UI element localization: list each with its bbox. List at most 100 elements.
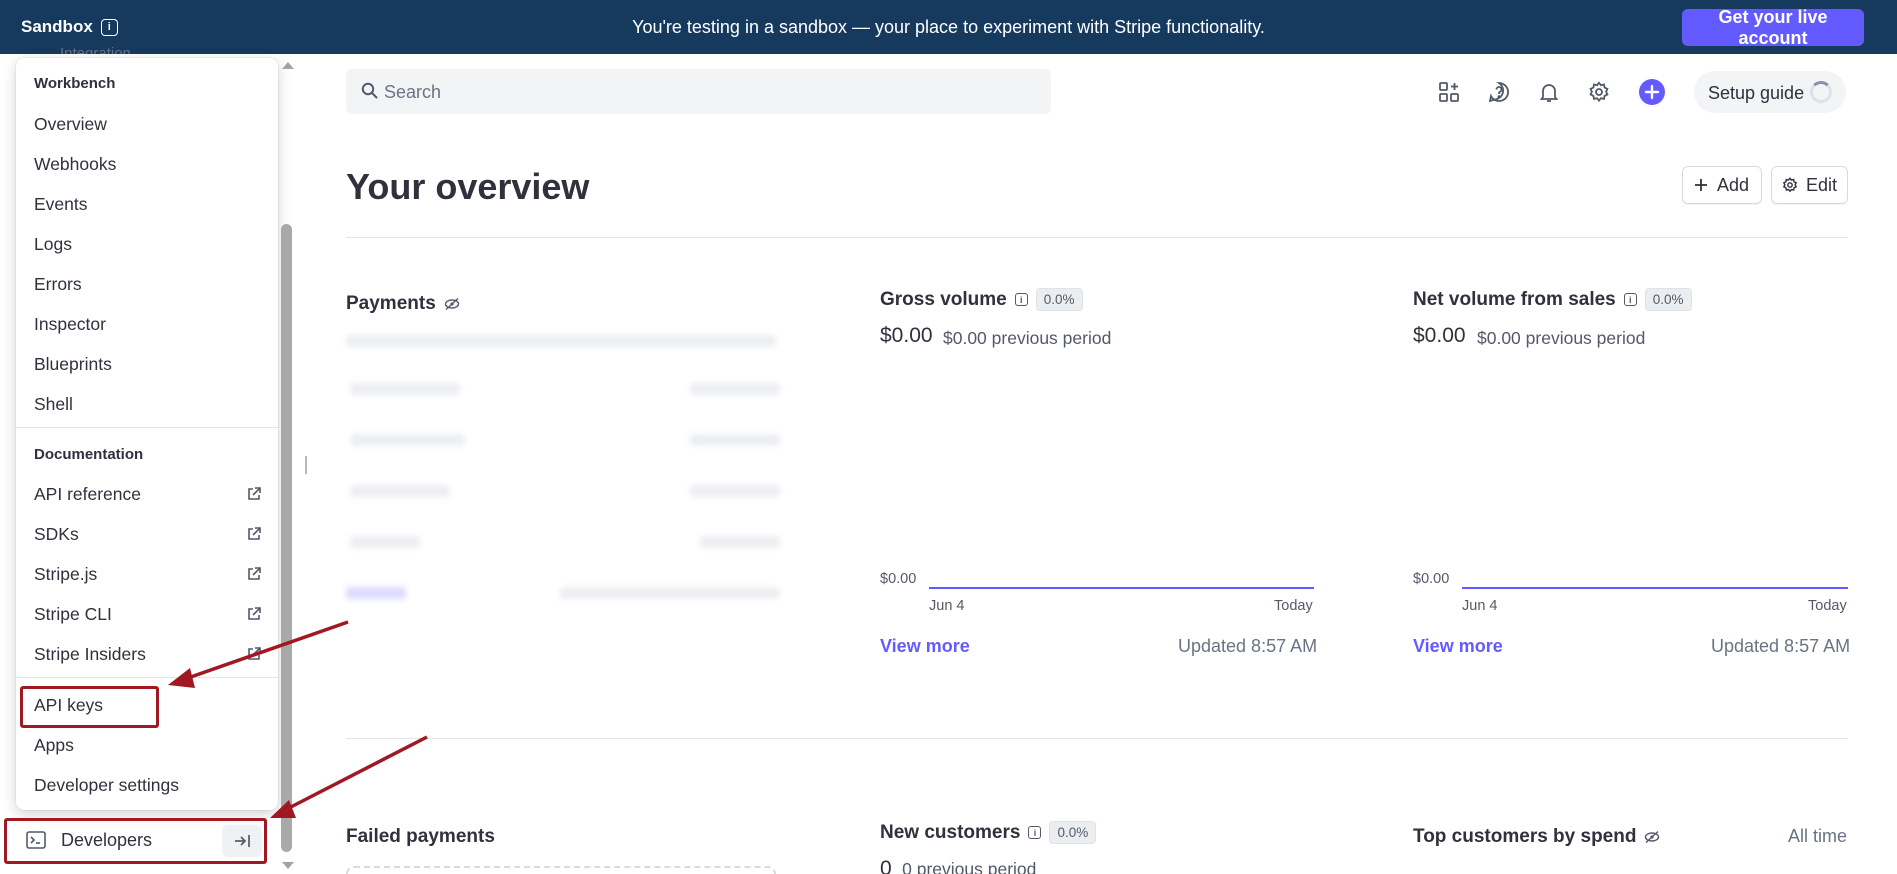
scrollbar-thumb[interactable] xyxy=(281,224,292,852)
net-volume-x-end: Today xyxy=(1808,598,1847,614)
menu-divider xyxy=(16,427,278,428)
failed-payments-placeholder xyxy=(346,866,776,874)
menu-item-label: API keys xyxy=(34,694,104,715)
menu-item-shell[interactable]: Shell xyxy=(16,386,278,422)
section-divider xyxy=(346,738,1848,739)
new-customers-value: 0 xyxy=(880,857,892,874)
sidebar-resize-handle[interactable] xyxy=(305,456,307,474)
page-title: Your overview xyxy=(346,166,590,207)
plus-icon xyxy=(1695,179,1707,191)
menu-item-blueprints[interactable]: Blueprints xyxy=(16,346,278,382)
developers-menu: Workbench Overview Webhooks Events Logs … xyxy=(16,58,278,810)
net-volume-badge: 0.0% xyxy=(1644,288,1692,311)
add-label: Add xyxy=(1717,174,1750,195)
create-button[interactable] xyxy=(1639,79,1665,105)
gross-volume-value: $0.00 xyxy=(880,324,933,347)
menu-item-label: Events xyxy=(34,193,88,214)
documentation-section-title: Documentation xyxy=(34,446,144,463)
menu-item-label: Errors xyxy=(34,273,82,294)
net-volume-value: $0.00 xyxy=(1413,324,1466,347)
gross-volume-view-more-link[interactable]: View more xyxy=(880,636,970,657)
menu-item-label: Overview xyxy=(34,113,107,134)
hidden-eye-icon[interactable] xyxy=(444,297,460,311)
net-volume-title: Net volume from sales i 0.0% xyxy=(1413,288,1692,311)
scroll-down-arrow-icon[interactable] xyxy=(282,862,294,869)
help-icon[interactable] xyxy=(1487,80,1511,104)
banner-message: You're testing in a sandbox — your place… xyxy=(632,17,1265,37)
developers-nav-item[interactable]: Developers xyxy=(6,818,266,864)
menu-item-label: Apps xyxy=(34,734,74,755)
menu-item-label: Webhooks xyxy=(34,153,117,174)
net-volume-previous: $0.00 previous period xyxy=(1477,328,1646,348)
menu-item-developer-settings[interactable]: Developer settings xyxy=(16,767,278,803)
menu-item-label: Logs xyxy=(34,233,72,254)
search-input[interactable] xyxy=(384,79,1024,105)
menu-item-apps[interactable]: Apps xyxy=(16,727,278,763)
hidden-eye-icon[interactable] xyxy=(1644,830,1660,844)
plus-icon xyxy=(1644,84,1660,100)
menu-item-webhooks[interactable]: Webhooks xyxy=(16,146,278,182)
gross-volume-chart-line xyxy=(929,587,1314,589)
edit-label: Edit xyxy=(1806,174,1838,195)
menu-item-api-keys[interactable]: API keys xyxy=(16,687,278,723)
search-icon xyxy=(361,82,378,99)
menu-item-stripe-insiders[interactable]: Stripe Insiders xyxy=(16,636,278,672)
setup-guide-button[interactable]: Setup guide xyxy=(1694,71,1846,113)
menu-item-logs[interactable]: Logs xyxy=(16,226,278,262)
gross-volume-x-start: Jun 4 xyxy=(929,598,965,614)
top-customers-title-text: Top customers by spend xyxy=(1413,826,1637,847)
info-icon[interactable]: i xyxy=(1623,293,1637,306)
menu-item-label: Shell xyxy=(34,393,73,414)
arrow-right-to-line-icon xyxy=(235,835,250,847)
new-customers-badge: 0.0% xyxy=(1049,821,1097,844)
workbench-section-title: Workbench xyxy=(34,75,116,92)
menu-item-api-reference[interactable]: API reference xyxy=(16,476,278,512)
menu-item-stripe-cli[interactable]: Stripe CLI xyxy=(16,596,278,632)
menu-item-sdks[interactable]: SDKs xyxy=(16,516,278,552)
external-link-icon xyxy=(248,567,261,580)
edit-button[interactable]: Edit xyxy=(1771,166,1848,204)
menu-item-overview[interactable]: Overview xyxy=(16,106,278,142)
top-customers-range[interactable]: All time xyxy=(1788,826,1847,847)
menu-item-label: Stripe Insiders xyxy=(34,643,146,664)
search-bar[interactable] xyxy=(346,69,1051,114)
net-volume-view-more-link[interactable]: View more xyxy=(1413,636,1503,657)
menu-item-stripe-js[interactable]: Stripe.js xyxy=(16,556,278,592)
scroll-up-arrow-icon[interactable] xyxy=(282,62,294,69)
sandbox-banner: Sandbox i You're testing in a sandbox — … xyxy=(0,0,1897,54)
menu-item-label: Developer settings xyxy=(34,774,179,795)
payments-title: Payments xyxy=(346,293,460,315)
new-customers-title-text: New customers xyxy=(880,821,1021,843)
net-volume-x-start: Jun 4 xyxy=(1462,598,1498,614)
gross-volume-badge: 0.0% xyxy=(1035,288,1083,311)
menu-divider xyxy=(16,677,278,678)
add-button[interactable]: Add xyxy=(1682,166,1762,204)
gross-volume-title-text: Gross volume xyxy=(880,288,1007,310)
net-volume-chart-line xyxy=(1462,587,1848,589)
external-link-icon xyxy=(248,647,261,660)
apps-icon[interactable] xyxy=(1437,80,1461,104)
settings-icon[interactable] xyxy=(1587,80,1611,104)
menu-item-label: Blueprints xyxy=(34,353,112,374)
developers-label: Developers xyxy=(61,830,153,850)
menu-item-label: Stripe CLI xyxy=(34,603,112,624)
menu-item-events[interactable]: Events xyxy=(16,186,278,222)
get-live-account-button[interactable]: Get your live account xyxy=(1682,7,1864,48)
external-link-icon xyxy=(248,607,261,620)
progress-ring-icon xyxy=(1810,81,1832,103)
new-customers-values: 0 0 previous period xyxy=(880,856,1036,874)
menu-item-inspector[interactable]: Inspector xyxy=(16,306,278,342)
gross-volume-x-end: Today xyxy=(1274,598,1313,614)
menu-item-errors[interactable]: Errors xyxy=(16,266,278,302)
net-volume-y-label: $0.00 xyxy=(1413,571,1450,587)
gross-volume-y-label: $0.00 xyxy=(880,571,917,587)
new-customers-title: New customers i 0.0% xyxy=(880,821,1097,844)
info-icon[interactable]: i xyxy=(1014,293,1028,306)
info-icon[interactable]: i xyxy=(1028,826,1042,839)
net-volume-updated: Updated 8:57 AM xyxy=(1711,636,1851,656)
collapse-button[interactable] xyxy=(222,825,262,857)
payments-title-text: Payments xyxy=(346,293,436,314)
header-divider xyxy=(346,237,1848,238)
notifications-icon[interactable] xyxy=(1537,80,1561,104)
gross-volume-previous: $0.00 previous period xyxy=(943,328,1112,348)
